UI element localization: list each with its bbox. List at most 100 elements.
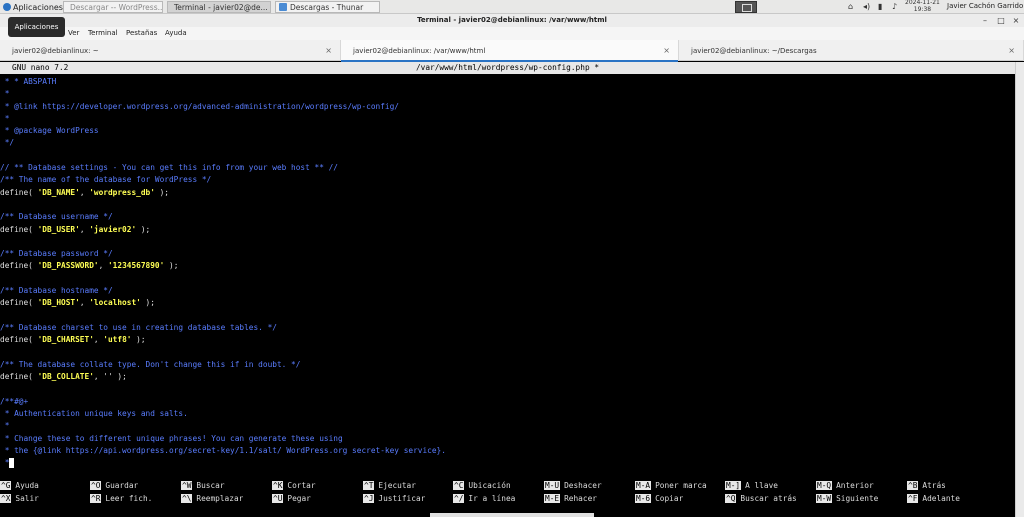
tab-var-www-html[interactable]: javier02@debianlinux: /var/www/html × bbox=[341, 40, 679, 62]
code-line[interactable]: * bbox=[0, 113, 1015, 125]
comment-text: * the {@link https://api.wordpress.org/s… bbox=[0, 445, 446, 455]
tab-bar: javier02@debianlinux: ~ × javier02@debia… bbox=[0, 40, 1024, 62]
code-text: define( bbox=[0, 335, 38, 345]
code-line[interactable] bbox=[0, 150, 1015, 162]
shortcut-key: ^T bbox=[363, 481, 375, 490]
comment-text: /**#@+ bbox=[0, 396, 29, 406]
close-window-icon[interactable]: × bbox=[1011, 14, 1021, 27]
shortcut-item: M-A Poner marca bbox=[635, 480, 707, 492]
code-line[interactable]: /**#@+ bbox=[0, 396, 1015, 408]
code-line[interactable]: * Change these to different unique phras… bbox=[0, 433, 1015, 445]
code-area[interactable]: * * ABSPATH * * @link https://developer.… bbox=[0, 76, 1015, 470]
menu-ayuda[interactable]: Ayuda bbox=[165, 29, 187, 37]
shortcut-item: ^W Buscar bbox=[181, 480, 225, 492]
shortcut-item: ^X Salir bbox=[0, 493, 39, 505]
shortcut-key: ^X bbox=[0, 494, 12, 503]
shortcut-key: ^U bbox=[272, 494, 284, 503]
clock-time: 19:38 bbox=[913, 5, 932, 13]
tab-label: javier02@debianlinux: ~/Descargas bbox=[691, 46, 817, 55]
code-line[interactable]: * bbox=[0, 457, 1015, 469]
text-cursor bbox=[9, 458, 15, 469]
shortcut-key: ^O bbox=[90, 481, 102, 490]
applications-label: Aplicaciones bbox=[13, 2, 63, 12]
close-tab-icon[interactable]: × bbox=[1008, 46, 1015, 55]
shortcut-item: M-6 Copiar bbox=[635, 493, 683, 505]
shortcut-key: ^Q bbox=[725, 494, 737, 503]
shortcut-label: Buscar atrás bbox=[740, 494, 797, 503]
shortcut-item: M-] A llave bbox=[725, 480, 778, 492]
shortcut-key: ^F bbox=[907, 494, 919, 503]
shortcut-item: M-Q Anterior bbox=[816, 480, 874, 492]
string-literal: 'DB_NAME' bbox=[37, 187, 80, 197]
code-line[interactable]: /** The database collate type. Don't cha… bbox=[0, 359, 1015, 371]
volume-icon[interactable]: ◂) bbox=[863, 2, 870, 11]
shortcut-item: ^T Ejecutar bbox=[363, 480, 416, 492]
clock[interactable]: 2024-11-21 19:38 bbox=[905, 0, 940, 13]
maximize-icon[interactable]: □ bbox=[996, 14, 1006, 27]
horizontal-scroll-indicator[interactable] bbox=[430, 513, 594, 517]
shortcut-key: M-Q bbox=[816, 481, 833, 490]
code-line[interactable] bbox=[0, 273, 1015, 285]
code-text: ); bbox=[164, 261, 179, 271]
shortcut-item: M-E Rehacer bbox=[544, 493, 597, 505]
vertical-scrollbar[interactable] bbox=[1015, 62, 1024, 517]
code-text: , bbox=[79, 187, 90, 197]
taskbar-item-terminal[interactable]: Terminal - javier02@de... bbox=[167, 1, 271, 13]
shortcut-label: Anterior bbox=[836, 481, 874, 490]
code-line[interactable]: define( 'DB_COLLATE', '' ); bbox=[0, 371, 1015, 383]
shortcut-label: Guardar bbox=[105, 481, 139, 490]
menu-ver[interactable]: Ver bbox=[68, 29, 79, 37]
code-line[interactable]: define( 'DB_USER', 'javier02' ); bbox=[0, 224, 1015, 236]
code-line[interactable]: * @package WordPress bbox=[0, 125, 1015, 137]
code-text: define( bbox=[0, 261, 38, 271]
code-line[interactable] bbox=[0, 383, 1015, 395]
workspace-switcher[interactable] bbox=[735, 1, 757, 13]
code-line[interactable]: define( 'DB_PASSWORD', '1234567890' ); bbox=[0, 260, 1015, 272]
code-line[interactable]: * the {@link https://api.wordpress.org/s… bbox=[0, 445, 1015, 457]
code-line[interactable]: // ** Database settings - You can get th… bbox=[0, 162, 1015, 174]
code-line[interactable] bbox=[0, 236, 1015, 248]
code-line[interactable]: /** Database hostname */ bbox=[0, 285, 1015, 297]
tab-home[interactable]: javier02@debianlinux: ~ × bbox=[0, 40, 341, 61]
code-line[interactable]: * * ABSPATH bbox=[0, 76, 1015, 88]
string-literal: 'wordpress_db' bbox=[89, 187, 155, 197]
shortcut-bar: ^G Ayuda ^O Guardar ^W Buscar ^K Cortar ^T Ejecut… bbox=[0, 480, 1015, 506]
shortcut-label: Cortar bbox=[287, 481, 316, 490]
string-literal: 'utf8' bbox=[103, 335, 132, 345]
network-icon[interactable]: ⌂ bbox=[848, 2, 853, 11]
code-text: define( bbox=[0, 298, 38, 308]
code-line[interactable]: define( 'DB_CHARSET', 'utf8' ); bbox=[0, 334, 1015, 346]
nano-editor[interactable]: GNU nano 7.2 /var/www/html/wordpress/wp-… bbox=[0, 62, 1015, 517]
code-line[interactable]: * bbox=[0, 88, 1015, 100]
shortcut-label: Salir bbox=[15, 494, 39, 503]
tab-descargas[interactable]: javier02@debianlinux: ~/Descargas × bbox=[679, 40, 1024, 61]
code-line[interactable]: /** The name of the database for WordPre… bbox=[0, 174, 1015, 186]
notification-bell-icon[interactable]: ♪ bbox=[892, 2, 897, 11]
applications-menu-button[interactable]: Aplicaciones bbox=[0, 0, 66, 14]
code-line[interactable] bbox=[0, 199, 1015, 211]
code-line[interactable]: define( 'DB_HOST', 'localhost' ); bbox=[0, 297, 1015, 309]
code-line[interactable]: * Authentication unique keys and salts. bbox=[0, 408, 1015, 420]
minimize-icon[interactable]: – bbox=[980, 14, 990, 27]
user-menu[interactable]: Javier Cachón Garrido bbox=[947, 2, 1023, 10]
menu-terminal[interactable]: Terminal bbox=[88, 29, 118, 37]
code-line[interactable] bbox=[0, 310, 1015, 322]
taskbar-item-thunar[interactable]: Descargas - Thunar bbox=[275, 1, 380, 13]
shortcut-key: ^R bbox=[90, 494, 102, 503]
close-tab-icon[interactable]: × bbox=[325, 46, 332, 55]
taskbar-item-browser[interactable]: Descargar -- WordPress.... bbox=[63, 1, 163, 13]
comment-text: * bbox=[0, 89, 10, 99]
code-line[interactable]: * bbox=[0, 420, 1015, 432]
battery-icon[interactable]: ▮ bbox=[878, 2, 882, 11]
code-line[interactable]: define( 'DB_NAME', 'wordpress_db' ); bbox=[0, 187, 1015, 199]
close-tab-icon[interactable]: × bbox=[663, 46, 670, 55]
code-line[interactable]: /** Database charset to use in creating … bbox=[0, 322, 1015, 334]
code-line[interactable]: /** Database username */ bbox=[0, 211, 1015, 223]
code-line[interactable] bbox=[0, 347, 1015, 359]
comment-text: /** Database hostname */ bbox=[0, 286, 113, 296]
code-line[interactable]: /** Database password */ bbox=[0, 248, 1015, 260]
comment-text: * Authentication unique keys and salts. bbox=[0, 409, 188, 419]
menu-pestanas[interactable]: Pestañas bbox=[126, 29, 157, 37]
code-line[interactable]: * @link https://developer.wordpress.org/… bbox=[0, 101, 1015, 113]
code-line[interactable]: */ bbox=[0, 137, 1015, 149]
